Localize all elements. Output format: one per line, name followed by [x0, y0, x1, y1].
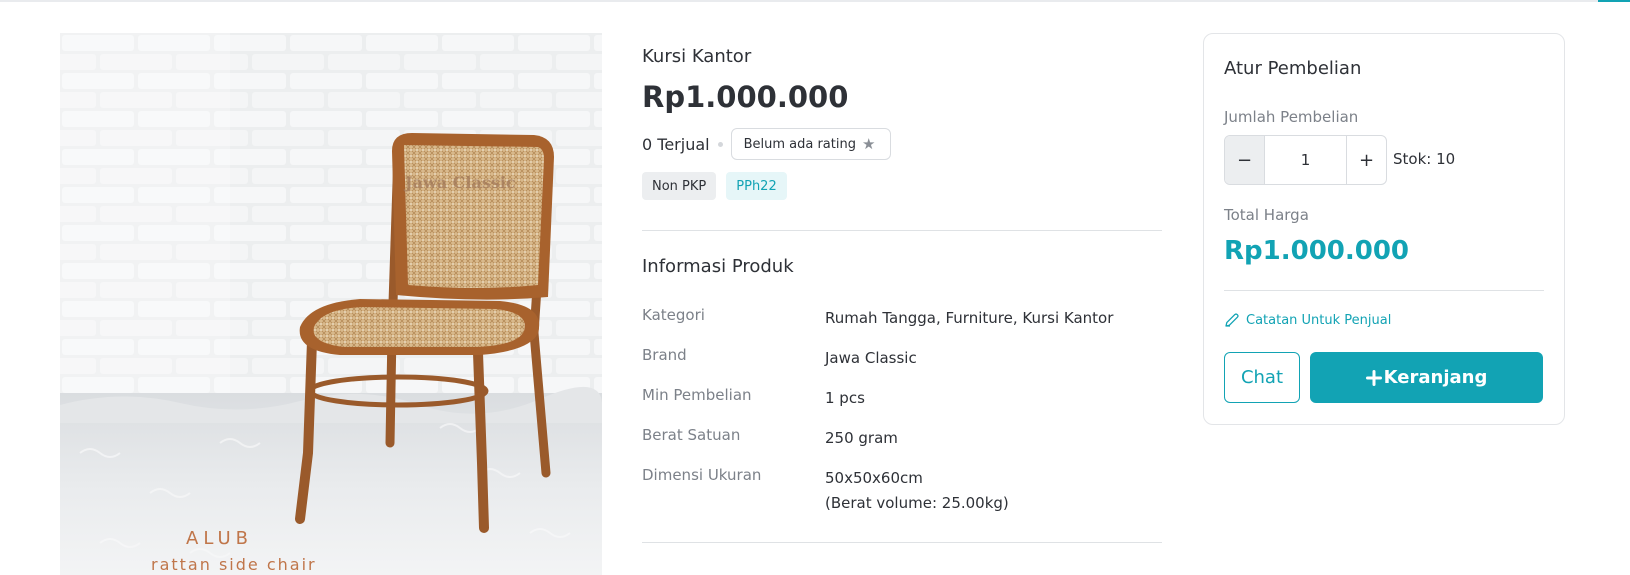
image-model-subtitle: rattan side chair	[151, 555, 317, 574]
spec-label: Berat Satuan	[642, 426, 741, 444]
increment-button[interactable]: +	[1346, 136, 1386, 184]
quantity-input[interactable]: 1	[1265, 136, 1346, 184]
separator-dot	[717, 141, 723, 147]
decrement-button[interactable]: −	[1225, 136, 1265, 184]
add-to-cart-button[interactable]: Keranjang	[1310, 352, 1543, 403]
product-price: Rp1.000.000	[642, 80, 849, 114]
sold-rating-row: 0 Terjual Belum ada rating ★	[642, 128, 891, 160]
tag-pph22: PPh22	[726, 172, 787, 200]
purchase-card: Atur Pembelian Jumlah Pembelian − 1 + St…	[1203, 33, 1565, 425]
header-divider	[0, 0, 1630, 2]
card-title: Atur Pembelian	[1224, 58, 1362, 79]
image-watermark: Jawa Classic	[405, 173, 516, 192]
quantity-stepper: − 1 +	[1224, 135, 1387, 185]
spec-row-weight: Berat Satuan 250 gram	[642, 426, 1162, 451]
spec-value-volume-weight: (Berat volume: 25.00kg)	[825, 494, 1009, 512]
total-price: Rp1.000.000	[1224, 236, 1410, 266]
seller-note-link[interactable]: Catatan Untuk Penjual	[1224, 312, 1391, 328]
chair-photo	[60, 33, 602, 575]
spec-label: Dimensi Ukuran	[642, 466, 762, 484]
spec-row-brand: Brand Jawa Classic	[642, 346, 1162, 371]
spec-label: Min Pembelian	[642, 386, 752, 404]
section-title-product-info: Informasi Produk	[642, 256, 794, 277]
seller-note-label: Catatan Untuk Penjual	[1246, 312, 1392, 328]
spec-value: 50x50x60cm (Berat volume: 25.00kg)	[825, 466, 1009, 516]
total-label: Total Harga	[1224, 206, 1309, 224]
image-model-name: ALUB	[186, 528, 253, 549]
plus-icon	[1365, 369, 1382, 386]
header-accent	[1598, 0, 1630, 2]
stock-info: Stok: 10	[1393, 150, 1456, 168]
rating-badge[interactable]: Belum ada rating ★	[730, 128, 891, 160]
tax-tags: Non PKP PPh22	[642, 172, 787, 200]
tag-non-pkp: Non PKP	[642, 172, 717, 200]
product-name: Kursi Kantor	[642, 46, 752, 67]
add-to-cart-label: Keranjang	[1383, 367, 1488, 388]
spec-row-dimensions: Dimensi Ukuran 50x50x60cm (Berat volume:…	[642, 466, 1162, 516]
star-icon: ★	[861, 135, 876, 153]
divider	[1224, 290, 1544, 291]
spec-value: 1 pcs	[825, 389, 865, 407]
rating-text: Belum ada rating	[743, 136, 856, 152]
chat-button[interactable]: Chat	[1224, 352, 1300, 403]
divider	[642, 230, 1162, 231]
spec-label: Brand	[642, 346, 687, 364]
spec-label: Kategori	[642, 306, 705, 324]
divider	[642, 542, 1162, 543]
spec-value: Rumah Tangga, Furniture, Kursi Kantor	[825, 309, 1114, 327]
spec-row-category: Kategori Rumah Tangga, Furniture, Kursi …	[642, 306, 1162, 331]
sold-count: 0 Terjual	[642, 134, 710, 154]
quantity-label: Jumlah Pembelian	[1224, 108, 1359, 126]
spec-row-min-purchase: Min Pembelian 1 pcs	[642, 386, 1162, 411]
spec-value-dimensions: 50x50x60cm	[825, 469, 923, 487]
product-image[interactable]: Jawa Classic ALUB rattan side chair	[60, 33, 602, 575]
spec-value: 250 gram	[825, 429, 898, 447]
pencil-icon	[1225, 313, 1239, 327]
spec-value: Jawa Classic	[825, 349, 917, 367]
